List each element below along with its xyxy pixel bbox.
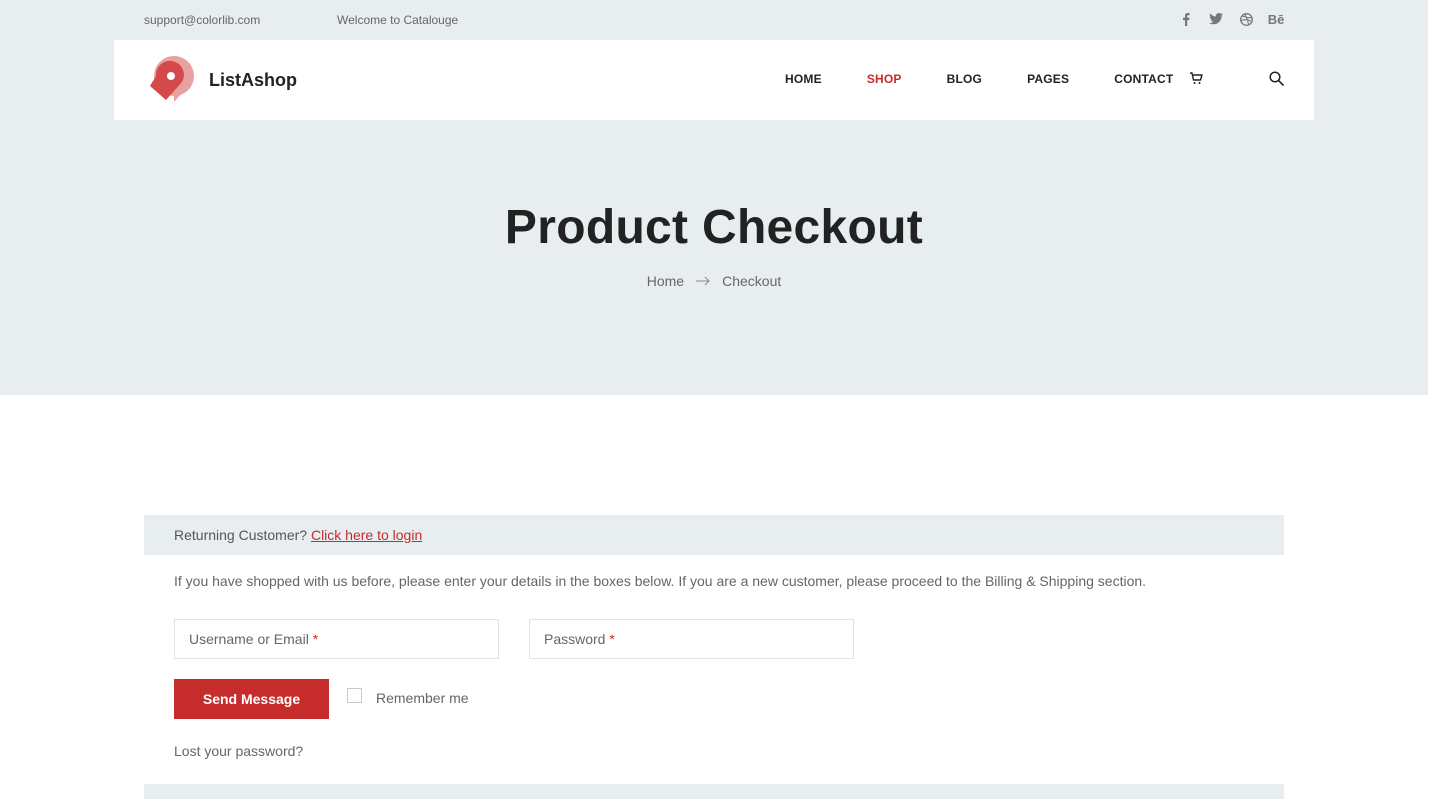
dribbble-icon[interactable] [1238, 11, 1254, 27]
brand-name: ListAshop [209, 69, 297, 90]
menu-item-shop[interactable]: SHOP [867, 72, 902, 86]
facebook-icon[interactable] [1178, 11, 1194, 27]
arrow-right-icon [696, 276, 710, 286]
remember-me-checkbox[interactable] [347, 688, 362, 703]
menu-item-contact[interactable]: CONTACT [1114, 72, 1173, 86]
behance-icon[interactable]: Bē [1268, 11, 1285, 27]
menu-item-home[interactable]: HOME [785, 72, 822, 86]
username-placeholder: Username or Email [189, 631, 309, 647]
login-link[interactable]: Click here to login [311, 527, 422, 543]
send-message-button[interactable]: Send Message [174, 679, 329, 719]
welcome-text: Welcome to Catalouge [337, 13, 459, 27]
login-info-text: If you have shopped with us before, plea… [174, 573, 1147, 589]
logo-pin-icon [150, 56, 194, 102]
top-bar: support@colorlib.com Welcome to Cataloug… [144, 0, 1284, 40]
breadcrumb-home[interactable]: Home [647, 273, 684, 289]
breadcrumb-current: Checkout [722, 273, 782, 289]
coupon-notice [144, 784, 1284, 799]
password-field[interactable]: Password * [529, 619, 854, 659]
required-mark: * [312, 631, 319, 647]
social-links: Bē [1178, 11, 1284, 27]
breadcrumb: Home Checkout [0, 273, 1428, 289]
logo[interactable]: ListAshop [144, 54, 297, 106]
search-icon[interactable] [1269, 71, 1284, 86]
main-menu: HOME SHOP BLOG PAGES CONTACT [785, 72, 1218, 86]
main-navbar: ListAshop HOME SHOP BLOG PAGES CONTACT [114, 40, 1314, 120]
required-mark: * [609, 631, 615, 647]
lost-password-link[interactable]: Lost your password? [174, 743, 303, 759]
password-placeholder: Password [544, 631, 606, 647]
cart-icon[interactable] [1189, 71, 1203, 85]
support-email[interactable]: support@colorlib.com [144, 13, 260, 27]
returning-customer-notice: Returning Customer? Click here to login [144, 515, 1284, 555]
username-field[interactable]: Username or Email * [174, 619, 499, 659]
menu-item-pages[interactable]: PAGES [1027, 72, 1069, 86]
returning-customer-text: Returning Customer? [174, 527, 308, 543]
page-title: Product Checkout [504, 201, 924, 254]
menu-item-blog[interactable]: BLOG [947, 72, 982, 86]
twitter-icon[interactable] [1208, 11, 1224, 27]
remember-me-label[interactable]: Remember me [376, 690, 469, 706]
